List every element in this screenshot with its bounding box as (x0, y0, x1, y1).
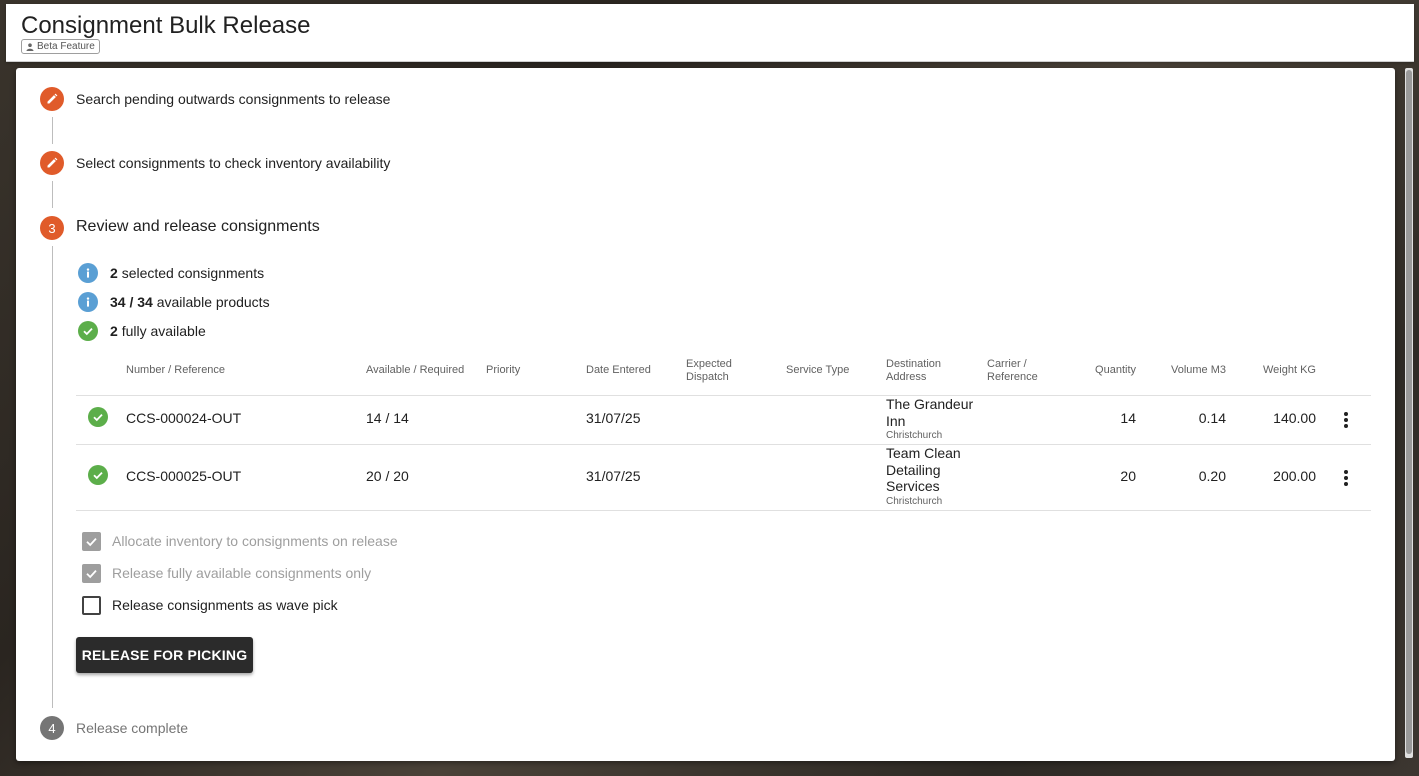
row-volume: 0.20 (1198, 468, 1226, 484)
summary-selected-value: 2 (110, 265, 118, 281)
row-status-check-icon (88, 465, 108, 485)
summary-available: 2 fully available (78, 321, 206, 341)
row-more-menu-icon[interactable] (1341, 468, 1351, 488)
col-header-available[interactable]: Available / Required (366, 364, 464, 377)
step-4-label: Release complete (76, 720, 189, 736)
edit-icon (47, 157, 58, 168)
col-header-destination-line2: Address (886, 371, 927, 383)
step-3-number: 3 (40, 216, 64, 240)
row-available: 20 / 20 (366, 468, 409, 484)
row-quantity: 20 (1120, 468, 1136, 484)
summary-products-value: 34 / 34 (110, 294, 153, 310)
row-destination-line: Inn (886, 412, 906, 429)
scrollbar-thumb[interactable] (1406, 70, 1412, 754)
col-header-destination-line1: Destination (886, 358, 942, 370)
vertical-scrollbar[interactable] (1405, 68, 1413, 758)
col-header-expected-line1: Expected (686, 358, 732, 370)
row-destination-line: Team Clean (886, 445, 961, 461)
row-quantity: 14 (1120, 410, 1136, 426)
option-label: Release consignments as wave pick (112, 597, 338, 613)
row-status-check-icon (88, 407, 108, 427)
row-destination-city: Christchurch (886, 496, 943, 507)
row-destination-line: Services (886, 478, 940, 494)
col-header-expected-line2: Dispatch (686, 371, 729, 383)
row-weight: 140.00 (1273, 410, 1316, 426)
checkbox-checked-icon[interactable] (82, 563, 101, 583)
col-header-priority[interactable]: Priority (486, 364, 520, 377)
info-icon (78, 263, 98, 283)
col-header-volume[interactable]: Volume M3 (1150, 364, 1226, 377)
table-divider (76, 510, 1371, 511)
beta-badge-label: Beta Feature (37, 41, 95, 52)
col-header-carrier-line2: Reference (987, 371, 1038, 383)
beta-badge: Beta Feature (21, 39, 100, 54)
summary-selected-text: selected consignments (121, 265, 265, 281)
option-label: Release fully available consignments onl… (112, 565, 372, 581)
col-header-quantity[interactable]: Quantity (1070, 364, 1136, 377)
row-date-entered: 31/07/25 (586, 468, 641, 484)
step-2-edit-button[interactable] (40, 151, 64, 175)
summary-products: 34 / 34 available products (78, 292, 270, 312)
row-volume: 0.14 (1198, 410, 1226, 426)
col-header-weight[interactable]: Weight KG (1240, 364, 1316, 377)
table-divider (76, 444, 1371, 445)
option-label: Allocate inventory to consignments on re… (112, 533, 398, 549)
row-destination-line: The Grandeur (886, 396, 974, 412)
page-title: Consignment Bulk Release (21, 12, 311, 39)
row-destination-city: Christchurch (886, 430, 943, 441)
step-1-label[interactable]: Search pending outwards consignments to … (76, 91, 390, 107)
row-destination: The Grandeur Inn (886, 396, 973, 429)
step-4-number: 4 (40, 716, 64, 740)
row-date-entered: 31/07/25 (586, 410, 641, 426)
summary-selected: 2 selected consignments (78, 263, 264, 283)
step-connector (52, 181, 53, 208)
row-number[interactable]: CCS-000025-OUT (126, 468, 241, 484)
row-destination-line: Detailing (886, 461, 941, 478)
row-available: 14 / 14 (366, 410, 409, 426)
col-header-service-type[interactable]: Service Type (786, 364, 849, 377)
release-for-picking-button[interactable]: RELEASE FOR PICKING (76, 637, 253, 673)
option-allocate-inventory[interactable]: Allocate inventory to consignments on re… (82, 531, 398, 551)
col-header-carrier[interactable]: Carrier / Reference (987, 358, 1038, 384)
user-icon (26, 42, 34, 51)
checkbox-checked-icon[interactable] (82, 531, 101, 551)
row-weight: 200.00 (1273, 468, 1316, 484)
summary-available-value: 2 (110, 323, 118, 339)
col-header-expected-dispatch[interactable]: Expected Dispatch (686, 358, 732, 384)
checkbox-empty-icon[interactable] (82, 595, 101, 615)
step-2-label[interactable]: Select consignments to check inventory a… (76, 155, 390, 171)
step-3-label: Review and release consignments (76, 218, 320, 235)
edit-icon (47, 93, 58, 104)
row-number[interactable]: CCS-000024-OUT (126, 410, 241, 426)
table-divider (76, 395, 1371, 396)
col-header-number[interactable]: Number / Reference (126, 364, 225, 377)
check-circle-icon (78, 321, 98, 341)
option-fully-available-only[interactable]: Release fully available consignments onl… (82, 563, 371, 583)
step-connector (52, 117, 53, 144)
page-header: Consignment Bulk Release Beta Feature (6, 4, 1414, 62)
summary-products-text: available products (156, 294, 270, 310)
col-header-carrier-line1: Carrier / (987, 358, 1027, 370)
row-more-menu-icon[interactable] (1341, 410, 1351, 430)
info-icon (78, 292, 98, 312)
col-header-date-entered[interactable]: Date Entered (586, 364, 651, 377)
step-1-edit-button[interactable] (40, 87, 64, 111)
row-destination: Team Clean Detailing Services (886, 445, 961, 495)
option-wave-pick[interactable]: Release consignments as wave pick (82, 595, 338, 615)
summary-available-text: fully available (121, 323, 206, 339)
step-connector (52, 246, 53, 708)
col-header-destination[interactable]: Destination Address (886, 358, 941, 384)
